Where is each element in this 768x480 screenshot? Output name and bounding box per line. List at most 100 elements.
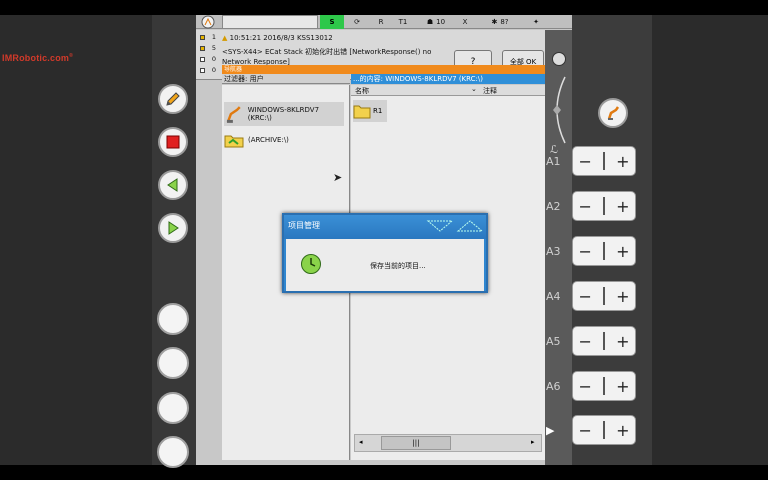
axis-row-a3: A3− +	[546, 236, 650, 266]
axis-row-a2: A2− +	[546, 191, 650, 221]
pencil-icon	[166, 92, 180, 106]
submit-interpreter-status[interactable]: S	[320, 15, 344, 29]
ack-message-count[interactable]: 1	[198, 32, 218, 42]
axis-row-a1: A1− +	[546, 146, 650, 176]
world-icon[interactable]	[552, 52, 566, 66]
edit-button[interactable]	[158, 84, 188, 114]
soft-key-2[interactable]	[157, 347, 189, 379]
soft-key-3[interactable]	[157, 392, 189, 424]
project-management-dialog: 项目管理 保存当前的项目...	[282, 213, 488, 293]
scrollbar-thumb[interactable]: |||	[381, 436, 451, 450]
plus-icon[interactable]: +	[616, 152, 629, 171]
6d-mouse-icon[interactable]	[547, 75, 571, 145]
minus-icon[interactable]: −	[579, 197, 592, 216]
robot-logo-icon[interactable]	[198, 15, 218, 29]
scroll-left-icon[interactable]: ◂	[359, 438, 363, 446]
jog-key[interactable]: − +	[572, 236, 636, 266]
stop-icon	[166, 135, 180, 149]
play-right-icon	[168, 221, 179, 235]
plus-icon[interactable]: +	[616, 377, 629, 396]
scroll-right-icon[interactable]: ▸	[531, 438, 535, 446]
navigator-title: 导航器	[222, 65, 545, 74]
plus-icon[interactable]: +	[616, 332, 629, 351]
tree-item-archive[interactable]: (ARCHIVE:\)	[224, 128, 344, 152]
jog-key[interactable]: − +	[572, 281, 636, 311]
minus-icon[interactable]: −	[579, 242, 592, 261]
mouse-cursor-icon: ➤	[333, 171, 343, 184]
jog-key[interactable]: − +	[572, 326, 636, 356]
right-margin	[652, 15, 768, 465]
jog-ratio-icon: ✱	[491, 18, 498, 26]
plus-icon[interactable]: +	[616, 242, 629, 261]
jog-ratio-status[interactable]: ✱ 8?	[480, 15, 520, 29]
sort-icon: ⌄	[471, 85, 477, 93]
minus-icon[interactable]: −	[579, 287, 592, 306]
tool-icon: ✦	[533, 18, 539, 26]
axis-label: A6	[546, 379, 561, 393]
list-item[interactable]: R1	[353, 100, 387, 122]
plus-icon[interactable]: +	[616, 287, 629, 306]
forward-start-button[interactable]	[158, 213, 188, 243]
tree-item-krc[interactable]: WINDOWS-8KLRDV7 (KRC:\)	[224, 102, 344, 126]
left-margin: IMRobotic.com®	[0, 15, 152, 465]
robot-icon	[226, 106, 241, 123]
content-label: ...的内容: WINDOWS-8KLRDV7 (KRC:\)	[351, 74, 545, 84]
robot-interpreter-status[interactable]: R	[372, 15, 390, 29]
axis-selected-icon: ▶	[546, 423, 555, 437]
folder-icon	[353, 105, 371, 119]
stage: IMRobotic.com® S ⟳ R T1 ☗ 10 X ✱ 8? ✦ 1 …	[0, 0, 768, 480]
minus-icon[interactable]: −	[579, 377, 592, 396]
axis-row-a5: A5− +	[546, 326, 650, 356]
dialog-body: 保存当前的项目...	[286, 239, 484, 291]
operating-mode-status[interactable]: T1	[394, 15, 412, 29]
logo: IMRobotic.com®	[2, 53, 73, 63]
robot-select-button[interactable]	[598, 98, 628, 128]
axis-row-a6: A6− +	[546, 371, 650, 401]
list-header: 名称 ⌄ 注释	[351, 85, 545, 96]
axis-row-a4: A4− +	[546, 281, 650, 311]
robot-arm-icon	[607, 106, 620, 120]
axis-label: A5	[546, 334, 561, 348]
stop-button[interactable]	[158, 127, 188, 157]
dialog-message-count[interactable]: 0	[198, 65, 218, 75]
horizontal-scrollbar[interactable]: ◂ ||| ▸	[354, 434, 542, 452]
network-icon	[426, 220, 454, 232]
plus-icon[interactable]: +	[616, 197, 629, 216]
override-status[interactable]: ☗ 10	[420, 15, 452, 29]
soft-key-1[interactable]	[157, 303, 189, 335]
warning-icon: ▲	[222, 34, 228, 42]
jog-key[interactable]: − +	[572, 371, 636, 401]
axis-label: A1	[546, 154, 561, 168]
minus-icon[interactable]: −	[579, 152, 592, 171]
filter-label[interactable]: 过滤器: 用户	[222, 74, 350, 84]
axis-label: A3	[546, 244, 561, 258]
robot-name-field[interactable]	[222, 15, 318, 29]
axis-label: A2	[546, 199, 561, 213]
jog-key[interactable]: − +	[572, 191, 636, 221]
override-icon: ☗	[426, 18, 434, 26]
archive-folder-icon	[224, 135, 244, 148]
refresh-icon[interactable]: ⟳	[348, 15, 366, 29]
jog-key[interactable]: − +	[572, 146, 636, 176]
column-comment[interactable]: 注释	[483, 86, 497, 96]
dialog-message: 保存当前的项目...	[370, 262, 426, 270]
hint-message-count[interactable]: 0	[198, 54, 218, 64]
axis-label: A4	[546, 289, 561, 303]
plus-icon[interactable]: +	[616, 421, 629, 440]
status-message-count[interactable]: 5	[198, 43, 218, 53]
backward-start-button[interactable]	[158, 170, 188, 200]
message-timestamp: ▲ 10:51:21 2016/8/3 KSS13012	[222, 34, 333, 42]
status-bar: S ⟳ R T1 ☗ 10 X ✱ 8? ✦	[196, 15, 572, 29]
network-status-icon	[456, 220, 484, 232]
axis-row-e1: ▶ − +	[546, 415, 650, 445]
soft-key-4[interactable]	[157, 436, 189, 468]
jog-key[interactable]: − +	[572, 415, 636, 445]
smartpad-screen: S ⟳ R T1 ☗ 10 X ✱ 8? ✦ 1 5 0 0 ▲ 10:51:21 …	[196, 15, 572, 465]
play-left-icon	[167, 178, 178, 192]
tool-status[interactable]: ✦	[524, 15, 548, 29]
clock-icon	[301, 254, 321, 274]
program-run-mode[interactable]: X	[454, 15, 476, 29]
minus-icon[interactable]: −	[579, 421, 592, 440]
column-name[interactable]: 名称	[355, 86, 369, 96]
minus-icon[interactable]: −	[579, 332, 592, 351]
